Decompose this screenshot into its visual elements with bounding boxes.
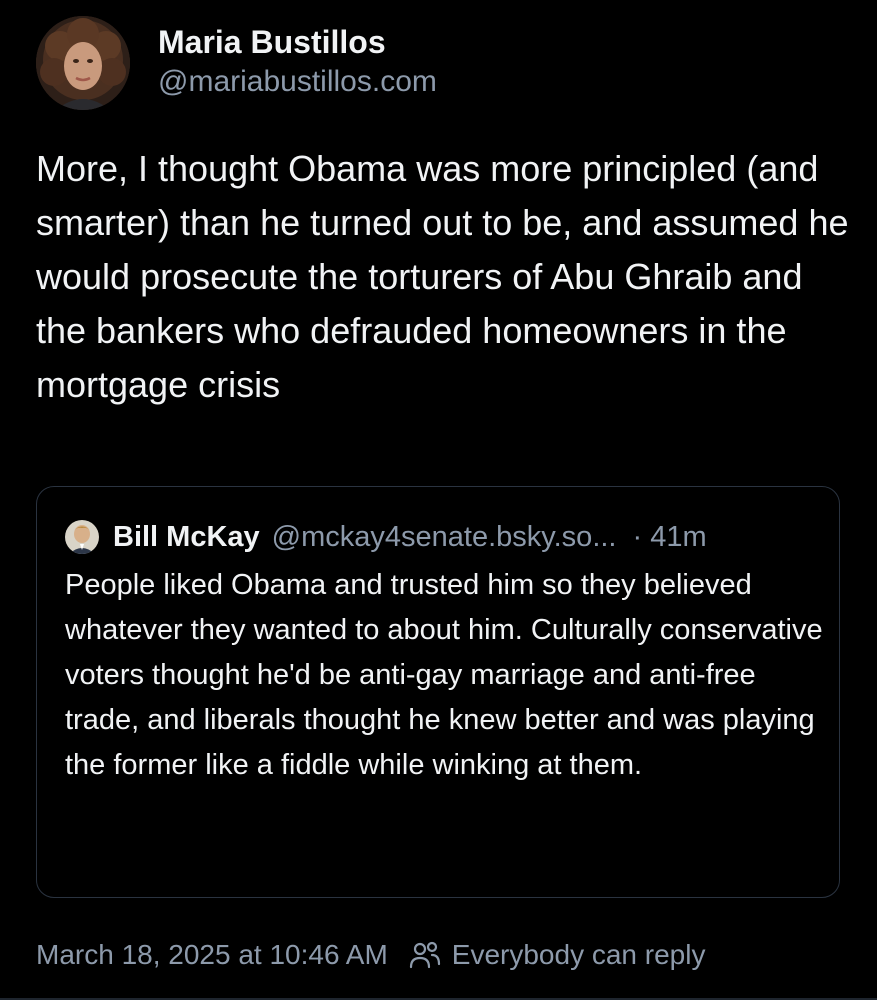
reply-setting[interactable]: Everybody can reply	[452, 939, 706, 971]
quoted-author-avatar[interactable]	[65, 520, 99, 554]
avatar-photo-icon	[36, 16, 130, 110]
quoted-post-header: Bill McKay @mckay4senate.bsky.so... · 41…	[65, 517, 707, 557]
quoted-post-time: · 41m	[632, 520, 707, 553]
quoted-author-handle[interactable]: @mckay4senate.bsky.so...	[272, 521, 617, 554]
post-text: More, I thought Obama was more principle…	[36, 148, 849, 405]
post-detail: Maria Bustillos @mariabustillos.com More…	[0, 0, 877, 1000]
author-display-name[interactable]: Maria Bustillos	[158, 22, 437, 62]
post-timestamp: March 18, 2025 at 10:46 AM	[36, 939, 388, 970]
avatar-photo-icon	[65, 520, 99, 554]
quoted-post-text: People liked Obama and trusted him so th…	[65, 569, 823, 781]
quoted-author-name[interactable]: Bill McKay	[113, 521, 260, 554]
author-handle[interactable]: @mariabustillos.com	[158, 62, 437, 102]
author-info: Maria Bustillos @mariabustillos.com	[158, 22, 437, 102]
author-avatar[interactable]	[36, 16, 130, 110]
post-footer: March 18, 2025 at 10:46 AM Everybody can…	[36, 934, 705, 976]
people-icon	[408, 940, 442, 970]
quoted-post[interactable]: Bill McKay @mckay4senate.bsky.so... · 41…	[36, 486, 840, 898]
